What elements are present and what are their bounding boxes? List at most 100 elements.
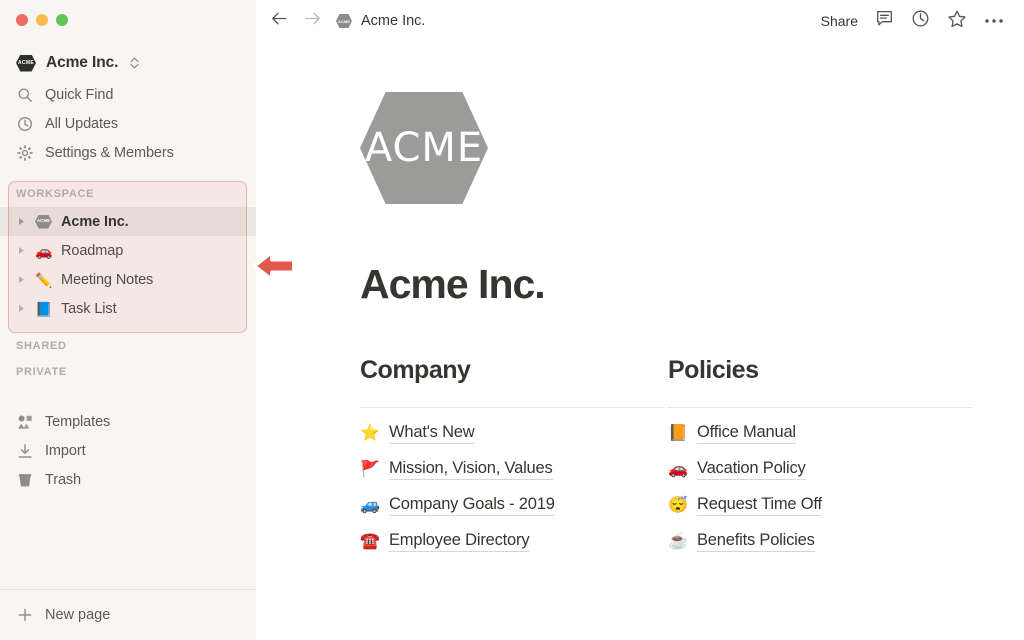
blue-book-emoji-icon: 📘 (35, 300, 53, 317)
new-page-label: New page (45, 607, 111, 623)
acme-logo-large-icon: ACME (360, 92, 488, 204)
red-car-emoji-icon: 🚗 (668, 460, 688, 478)
sidebar-item-quick-find[interactable]: Quick Find (0, 80, 256, 109)
link-request-time-off[interactable]: 😴 Request Time Off (668, 495, 973, 516)
arrow-right-icon[interactable] (303, 9, 322, 33)
clock-icon[interactable] (911, 9, 930, 33)
more-icon[interactable] (984, 12, 1004, 30)
clock-icon (16, 115, 33, 132)
link-label: What's New (389, 423, 475, 444)
link-vacation-policy[interactable]: 🚗 Vacation Policy (668, 459, 973, 480)
topbar-actions: Share (821, 9, 1004, 34)
sidebar: ACME Acme Inc. Quick Find All Updates Se… (0, 0, 256, 640)
column-company: Company ⭐ What's New 🚩 Mission, Vision, … (360, 356, 665, 552)
chevron-right-icon[interactable] (16, 245, 27, 256)
link-label: Company Goals - 2019 (389, 495, 555, 516)
link-label: Request Time Off (697, 495, 822, 516)
column-divider (668, 407, 973, 408)
comment-icon[interactable] (875, 9, 894, 33)
breadcrumb-badge-text: ACME (338, 18, 350, 24)
coffee-emoji-icon: ☕ (668, 532, 688, 550)
acme-hex-icon: ACME (35, 214, 53, 229)
section-label-workspace: WORKSPACE (16, 188, 95, 200)
arrow-left-icon[interactable] (270, 9, 289, 33)
sidebar-page-task-list[interactable]: 📘 Task List (0, 294, 256, 323)
chevron-right-icon[interactable] (16, 303, 27, 314)
column-heading: Company (360, 356, 471, 384)
link-label: Mission, Vision, Values (389, 459, 553, 480)
sidebar-item-all-updates[interactable]: All Updates (0, 109, 256, 138)
chevron-updown-icon (130, 57, 139, 69)
share-button[interactable]: Share (821, 13, 858, 29)
acme-badge-text: ACME (18, 60, 34, 66)
breadcrumb-label: Acme Inc. (361, 13, 426, 29)
link-label: Office Manual (697, 423, 796, 444)
link-label: Benefits Policies (697, 531, 815, 552)
sidebar-page-label: Task List (61, 300, 117, 317)
acme-logo-icon: ACME (16, 54, 36, 72)
workspace-section: WORKSPACE ACME Acme Inc. 🚗 Roadmap ✏️ Me… (0, 181, 256, 333)
link-office-manual[interactable]: 📙 Office Manual (668, 423, 973, 444)
sidebar-item-label: Settings & Members (45, 144, 174, 161)
acme-logo-text: ACME (364, 125, 484, 171)
document-body: ACME Acme Inc. Company ⭐ What's New 🚩 Mi (256, 42, 1024, 552)
search-icon (16, 86, 33, 103)
content-columns: Company ⭐ What's New 🚩 Mission, Vision, … (360, 356, 1024, 552)
link-whats-new[interactable]: ⭐ What's New (360, 423, 665, 444)
templates-icon (16, 413, 33, 430)
orange-book-emoji-icon: 📙 (668, 424, 688, 442)
sleeping-face-emoji-icon: 😴 (668, 496, 688, 514)
minimize-button[interactable] (36, 14, 48, 26)
sidebar-item-templates[interactable]: Templates (0, 407, 256, 436)
link-label: Employee Directory (389, 531, 530, 552)
page-title: Acme Inc. (360, 261, 546, 307)
link-label: Vacation Policy (697, 459, 806, 480)
breadcrumb[interactable]: ACME Acme Inc. (336, 13, 425, 29)
star-emoji-icon: ⭐ (360, 424, 380, 442)
import-icon (16, 442, 33, 459)
triangular-flag-emoji-icon: 🚩 (360, 460, 380, 478)
pencil-emoji-icon: ✏️ (35, 271, 53, 288)
link-employee-directory[interactable]: ☎️ Employee Directory (360, 531, 665, 552)
link-mission-vision-values[interactable]: 🚩 Mission, Vision, Values (360, 459, 665, 480)
plus-icon (16, 607, 33, 624)
chevron-right-icon[interactable] (16, 274, 27, 285)
link-company-goals-2019[interactable]: 🚙 Company Goals - 2019 (360, 495, 665, 516)
column-link-list: ⭐ What's New 🚩 Mission, Vision, Values 🚙… (360, 423, 665, 552)
sidebar-item-import[interactable]: Import (0, 436, 256, 465)
telephone-emoji-icon: ☎️ (360, 532, 380, 550)
sidebar-item-label: All Updates (45, 115, 119, 132)
sidebar-page-meeting-notes[interactable]: ✏️ Meeting Notes (0, 265, 256, 294)
star-icon[interactable] (947, 9, 967, 34)
sidebar-page-roadmap[interactable]: 🚗 Roadmap (0, 236, 256, 265)
column-heading: Policies (668, 356, 759, 384)
sidebar-item-trash[interactable]: Trash (0, 465, 256, 494)
maximize-button[interactable] (56, 14, 68, 26)
sidebar-item-label: Import (45, 442, 86, 459)
sidebar-page-acme-inc[interactable]: ACME Acme Inc. (0, 207, 256, 236)
column-divider (360, 407, 665, 408)
nav-arrows (270, 9, 322, 33)
sidebar-item-label: Quick Find (45, 86, 114, 103)
section-label-private: PRIVATE (16, 366, 67, 378)
column-policies: Policies 📙 Office Manual 🚗 Vacation Poli… (668, 356, 973, 552)
link-benefits-policies[interactable]: ☕ Benefits Policies (668, 531, 973, 552)
sidebar-page-label: Roadmap (61, 242, 124, 259)
close-button[interactable] (16, 14, 28, 26)
sidebar-page-label: Acme Inc. (61, 213, 129, 230)
car-emoji-icon: 🚗 (35, 242, 53, 259)
gear-icon (16, 144, 33, 161)
workspace-name: Acme Inc. (46, 54, 119, 71)
chevron-right-icon[interactable] (16, 216, 27, 227)
new-page-button[interactable]: New page (0, 590, 256, 640)
column-link-list: 📙 Office Manual 🚗 Vacation Policy 😴 Requ… (668, 423, 973, 552)
sidebar-item-label: Trash (45, 471, 82, 488)
sidebar-page-label: Meeting Notes (61, 271, 154, 288)
sidebar-item-settings-members[interactable]: Settings & Members (0, 138, 256, 167)
topbar: ACME Acme Inc. Share (256, 0, 1024, 42)
window-traffic-lights (0, 0, 256, 34)
sidebar-item-label: Templates (45, 413, 111, 430)
workspace-switcher[interactable]: ACME Acme Inc. (0, 46, 256, 80)
blue-car-emoji-icon: 🚙 (360, 496, 380, 514)
main-content: ACME Acme Inc. Share ACME Acme Inc. Comp… (256, 0, 1024, 640)
